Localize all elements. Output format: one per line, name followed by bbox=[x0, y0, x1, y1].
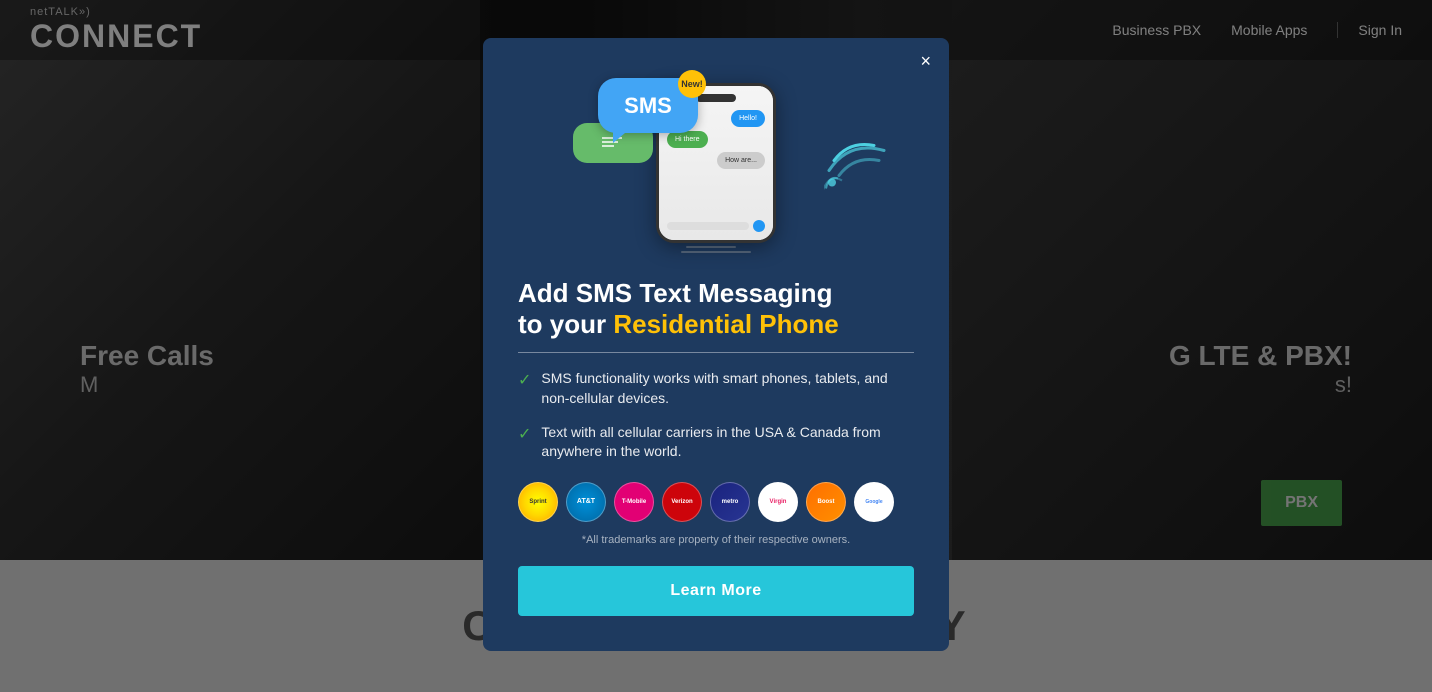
trademark-note: *All trademarks are property of their re… bbox=[518, 534, 914, 546]
msg-bubble-3: How are... bbox=[717, 152, 765, 169]
feature-item-1: ✓ SMS functionality works with smart pho… bbox=[518, 369, 914, 408]
feature-text-2: Text with all cellular carriers in the U… bbox=[541, 423, 914, 462]
msg-bubble-2: Hi there bbox=[667, 131, 708, 148]
wifi-waves bbox=[824, 121, 894, 206]
feature-item-2: ✓ Text with all cellular carriers in the… bbox=[518, 423, 914, 462]
new-badge: New! bbox=[678, 70, 706, 98]
carrier-logos: Sprint AT&T T-Mobile Verizon metro Virgi… bbox=[518, 482, 914, 522]
modal-heading-line1: Add SMS Text Messaging bbox=[518, 278, 832, 308]
msg-bubble-1: Hello! bbox=[731, 110, 765, 127]
sms-label: SMS bbox=[624, 93, 672, 119]
sms-bubble: SMS New! bbox=[598, 78, 698, 133]
carrier-logo-virgin: Virgin bbox=[758, 482, 798, 522]
feature-text-1: SMS functionality works with smart phone… bbox=[541, 369, 914, 408]
learn-more-button[interactable]: Learn More bbox=[518, 566, 914, 616]
modal-heading-prefix: to your bbox=[518, 309, 613, 339]
carrier-logo-google: Google bbox=[854, 482, 894, 522]
carrier-logo-verizon: Verizon bbox=[662, 482, 702, 522]
carrier-logo-boost: Boost bbox=[806, 482, 846, 522]
check-icon-2: ✓ bbox=[518, 424, 531, 462]
check-icon-1: ✓ bbox=[518, 370, 531, 408]
carrier-logo-tmobile: T-Mobile bbox=[614, 482, 654, 522]
heading-divider bbox=[518, 352, 914, 353]
modal-close-button[interactable]: × bbox=[920, 52, 931, 70]
sms-modal: × Hello! Hi there How are... bbox=[483, 38, 949, 651]
carrier-logo-att: AT&T bbox=[566, 482, 606, 522]
modal-heading: Add SMS Text Messaging to your Residenti… bbox=[518, 278, 914, 340]
carrier-logo-sprint: Sprint bbox=[518, 482, 558, 522]
carrier-logo-metro: metro bbox=[710, 482, 750, 522]
feature-list: ✓ SMS functionality works with smart pho… bbox=[518, 369, 914, 461]
modal-heading-highlight: Residential Phone bbox=[613, 309, 838, 339]
sms-illustration: Hello! Hi there How are... SMS New! bbox=[518, 68, 914, 258]
